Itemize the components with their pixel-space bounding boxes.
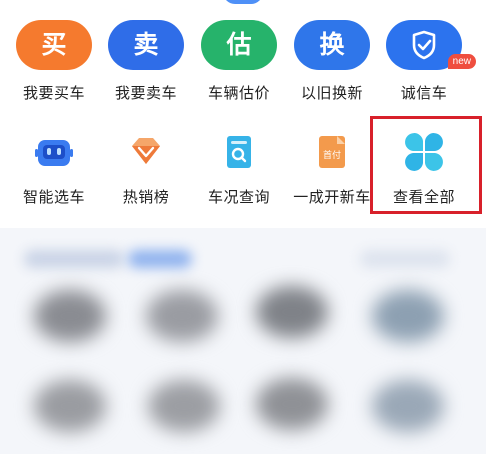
blurred-content-panel xyxy=(0,228,486,454)
robot-icon xyxy=(34,132,74,172)
top-strip xyxy=(0,0,486,10)
blurred-car-image xyxy=(372,290,444,342)
blurred-car-image xyxy=(148,380,220,432)
buy-car-entry[interactable]: 买 我要买车 xyxy=(8,18,100,110)
new-badge: new xyxy=(447,54,476,69)
trade-in-icon: 换 xyxy=(294,20,370,70)
smart-pick-entry[interactable]: 智能选车 xyxy=(8,118,100,218)
blurred-car-image xyxy=(256,286,328,338)
trusted-car-entry[interactable]: new 诚信车 xyxy=(378,18,476,110)
top-indicator xyxy=(223,0,263,4)
blurred-car-image xyxy=(256,378,328,430)
blurred-car-image xyxy=(372,380,444,432)
sell-icon: 卖 xyxy=(108,20,184,70)
blurred-car-image xyxy=(34,380,106,432)
highlight-frame xyxy=(370,116,482,214)
trade-in-label: 以旧换新 xyxy=(300,84,363,102)
buy-car-label: 我要买车 xyxy=(22,84,85,102)
down-payment-text: 首付 xyxy=(323,149,341,161)
service-row-primary: 买 我要买车 卖 我要卖车 估 车辆估价 换 以旧换新 new 诚信车 xyxy=(0,18,486,110)
document-search-icon xyxy=(219,132,259,172)
hot-list-label: 热销榜 xyxy=(122,188,170,206)
smart-pick-label: 智能选车 xyxy=(22,188,85,206)
trade-in-entry[interactable]: 换 以旧换新 xyxy=(286,18,378,110)
new-car-entry[interactable]: 首付 一成开新车 xyxy=(286,118,378,218)
new-car-label: 一成开新车 xyxy=(293,188,371,206)
hot-list-entry[interactable]: 热销榜 xyxy=(100,118,192,218)
valuation-label: 车辆估价 xyxy=(207,84,270,102)
sell-car-label: 我要卖车 xyxy=(114,84,177,102)
blurred-car-image xyxy=(34,290,106,342)
valuation-entry[interactable]: 估 车辆估价 xyxy=(193,18,285,110)
diamond-icon xyxy=(126,132,166,172)
blurred-tab xyxy=(24,250,124,268)
valuation-icon: 估 xyxy=(201,20,277,70)
buy-icon: 买 xyxy=(16,20,92,70)
sell-car-entry[interactable]: 卖 我要卖车 xyxy=(100,18,192,110)
condition-check-entry[interactable]: 车况查询 xyxy=(193,118,285,218)
condition-check-label: 车况查询 xyxy=(207,188,270,206)
blurred-tab-active xyxy=(128,250,192,268)
down-payment-icon: 首付 xyxy=(312,132,352,172)
trusted-car-label: 诚信车 xyxy=(400,84,448,102)
blurred-link xyxy=(360,250,450,268)
blurred-car-image xyxy=(146,290,218,342)
